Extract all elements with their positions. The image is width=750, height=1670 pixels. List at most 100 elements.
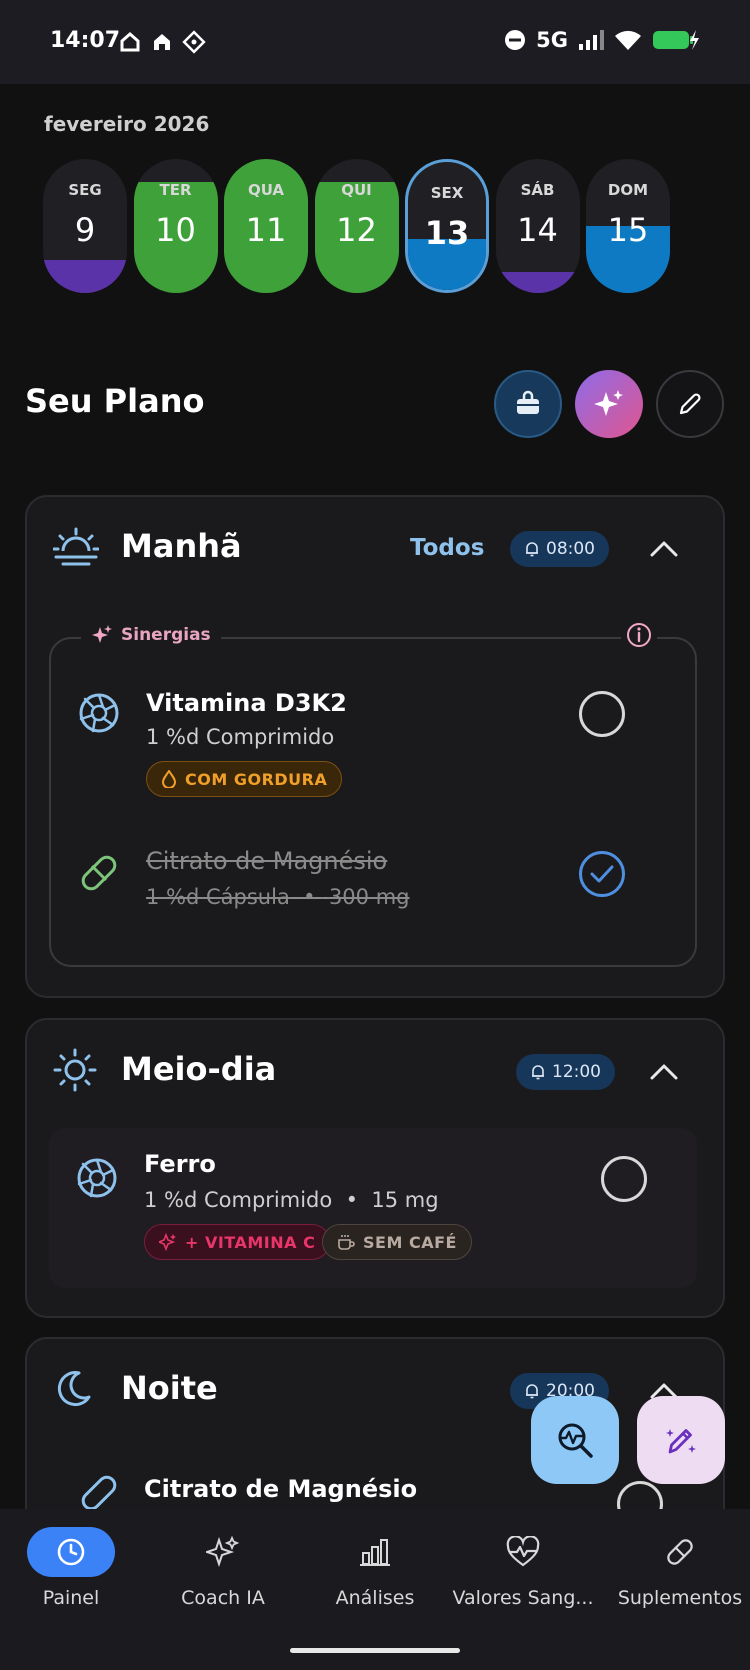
collapse-button[interactable] — [644, 529, 684, 569]
midday-section: Meio-dia 12:00 Ferro 1 %d Comprimido • 1… — [25, 1018, 725, 1318]
check-all-button[interactable]: Todos — [410, 535, 484, 561]
day-dom[interactable]: DOM 15 — [586, 159, 670, 293]
alarm-time-button[interactable]: 12:00 — [516, 1054, 615, 1090]
item-dose-value: 1 %d Cápsula — [146, 885, 290, 909]
do-not-disturb-icon — [505, 30, 526, 50]
alarm-time: 12:00 — [552, 1062, 601, 1082]
tag-label: SEM CAFÉ — [363, 1232, 457, 1252]
section-title: Manhã — [121, 527, 242, 565]
month-label: fevereiro 2026 — [44, 112, 210, 136]
day-name: SÁB — [520, 181, 555, 199]
list-item[interactable]: Ferro 1 %d Comprimido • 15 mg + VITAMINA… — [49, 1128, 697, 1288]
item-amount: 15 mg — [371, 1188, 439, 1212]
day-number: 12 — [336, 211, 377, 249]
chevron-up-icon — [650, 1064, 678, 1080]
signal-icon — [579, 30, 604, 50]
day-number: 13 — [424, 214, 470, 252]
bell-icon — [526, 542, 538, 557]
day-sáb[interactable]: SÁB 14 — [495, 159, 580, 293]
bell-icon — [526, 1384, 538, 1399]
sunrise-icon — [53, 527, 99, 566]
alarm-time-button[interactable]: 08:00 — [510, 531, 609, 567]
day-name: QUA — [247, 181, 285, 199]
plan-title: Seu Plano — [25, 382, 205, 420]
day-sex[interactable]: SEX 13 — [405, 159, 489, 293]
day-number: 9 — [74, 211, 96, 249]
nav-active-pill — [27, 1527, 115, 1577]
bar-chart-icon — [360, 1539, 390, 1566]
search-pulse-icon — [558, 1423, 593, 1458]
day-name: SEG — [68, 181, 102, 199]
bottom-nav: Painel Coach IA Análises Valores Sang...… — [0, 1509, 750, 1670]
nav-label: Suplementos — [617, 1587, 743, 1609]
chevron-up-icon — [650, 541, 678, 557]
day-qua[interactable]: QUA 11 — [224, 159, 308, 293]
day-name: SEX — [430, 184, 464, 202]
home-alt-icon — [154, 34, 170, 50]
nav-item-valores-sanguineos[interactable]: Valores Sang... — [448, 1527, 598, 1609]
home-icon — [120, 32, 140, 52]
pill-icon — [81, 855, 117, 891]
nav-label: Valores Sang... — [452, 1587, 594, 1609]
home-indicator[interactable] — [290, 1648, 460, 1653]
item-dose: 1 %d Comprimido • 15 mg — [144, 1188, 439, 1212]
day-number: 11 — [245, 211, 287, 249]
nav-item-suplementos[interactable]: Suplementos — [605, 1527, 750, 1609]
tag-label: + VITAMINA C — [185, 1232, 316, 1252]
drop-icon — [161, 770, 177, 788]
sparkles-icon — [159, 1233, 176, 1251]
collapse-button[interactable] — [644, 1052, 684, 1092]
item-name: Citrato de Magnésio — [144, 1475, 418, 1503]
edit-button[interactable] — [656, 370, 724, 438]
bell-icon — [532, 1065, 544, 1080]
day-ter[interactable]: TER 10 — [133, 159, 218, 293]
day-name: TER — [159, 181, 192, 199]
nav-label: Análises — [335, 1587, 415, 1609]
day-progress-fill — [43, 259, 127, 293]
info-button[interactable] — [621, 621, 657, 653]
nav-item-analises[interactable]: Análises — [300, 1527, 450, 1609]
day-qui[interactable]: QUI 12 — [314, 159, 399, 293]
pill-icon — [667, 1539, 693, 1565]
nav-item-painel[interactable]: Painel — [0, 1527, 146, 1609]
alarm-time: 08:00 — [546, 539, 595, 559]
nav-label: Coach IA — [181, 1587, 265, 1609]
capsule-aperture-icon — [79, 693, 119, 733]
synergy-label-text: Sinergias — [121, 625, 211, 645]
section-title: Noite — [121, 1369, 218, 1407]
status-icons-right: 5G — [504, 28, 700, 52]
ai-button[interactable] — [575, 370, 643, 438]
day-name: DOM — [607, 181, 649, 199]
status-bar: 14:07 5G — [0, 0, 750, 84]
item-checkbox[interactable] — [579, 691, 625, 737]
bag-icon — [517, 390, 539, 414]
ai-edit-fab[interactable] — [637, 1396, 725, 1484]
item-dose: 1 %d Comprimido — [146, 725, 335, 749]
tag-with-fat: COM GORDURA — [146, 761, 343, 797]
section-title: Meio-dia — [121, 1050, 277, 1088]
item-name: Vitamina D3K2 — [146, 689, 347, 717]
heart-pulse-icon — [506, 1536, 540, 1567]
day-seg[interactable]: SEG 9 — [43, 159, 127, 293]
item-checkbox[interactable] — [601, 1156, 647, 1202]
tag-vitamin-c: + VITAMINA C — [144, 1224, 331, 1260]
synergy-label: Sinergias — [81, 624, 221, 646]
nav-item-coach-ia[interactable]: Coach IA — [148, 1527, 298, 1609]
sparkles-icon — [92, 625, 112, 643]
day-progress-fill — [495, 271, 580, 293]
tag-label: COM GORDURA — [185, 769, 328, 789]
item-name: Citrato de Magnésio — [146, 847, 388, 875]
moon-icon — [57, 1371, 91, 1407]
item-checkbox-checked[interactable] — [579, 851, 625, 897]
clock-icon — [57, 1538, 85, 1566]
day-number: 14 — [517, 211, 558, 249]
capsule-aperture-icon — [77, 1158, 117, 1198]
status-icons-left — [118, 30, 206, 54]
separator-dot: • — [296, 885, 323, 909]
synergy-group: Sinergias Vitamina D3K2 1 %d Comprimido … — [49, 621, 697, 967]
shop-button[interactable] — [494, 370, 562, 438]
sparkles-icon — [594, 390, 623, 416]
info-icon — [627, 623, 651, 647]
tag-no-coffee: SEM CAFÉ — [322, 1224, 472, 1260]
blood-analysis-fab[interactable] — [531, 1396, 619, 1484]
